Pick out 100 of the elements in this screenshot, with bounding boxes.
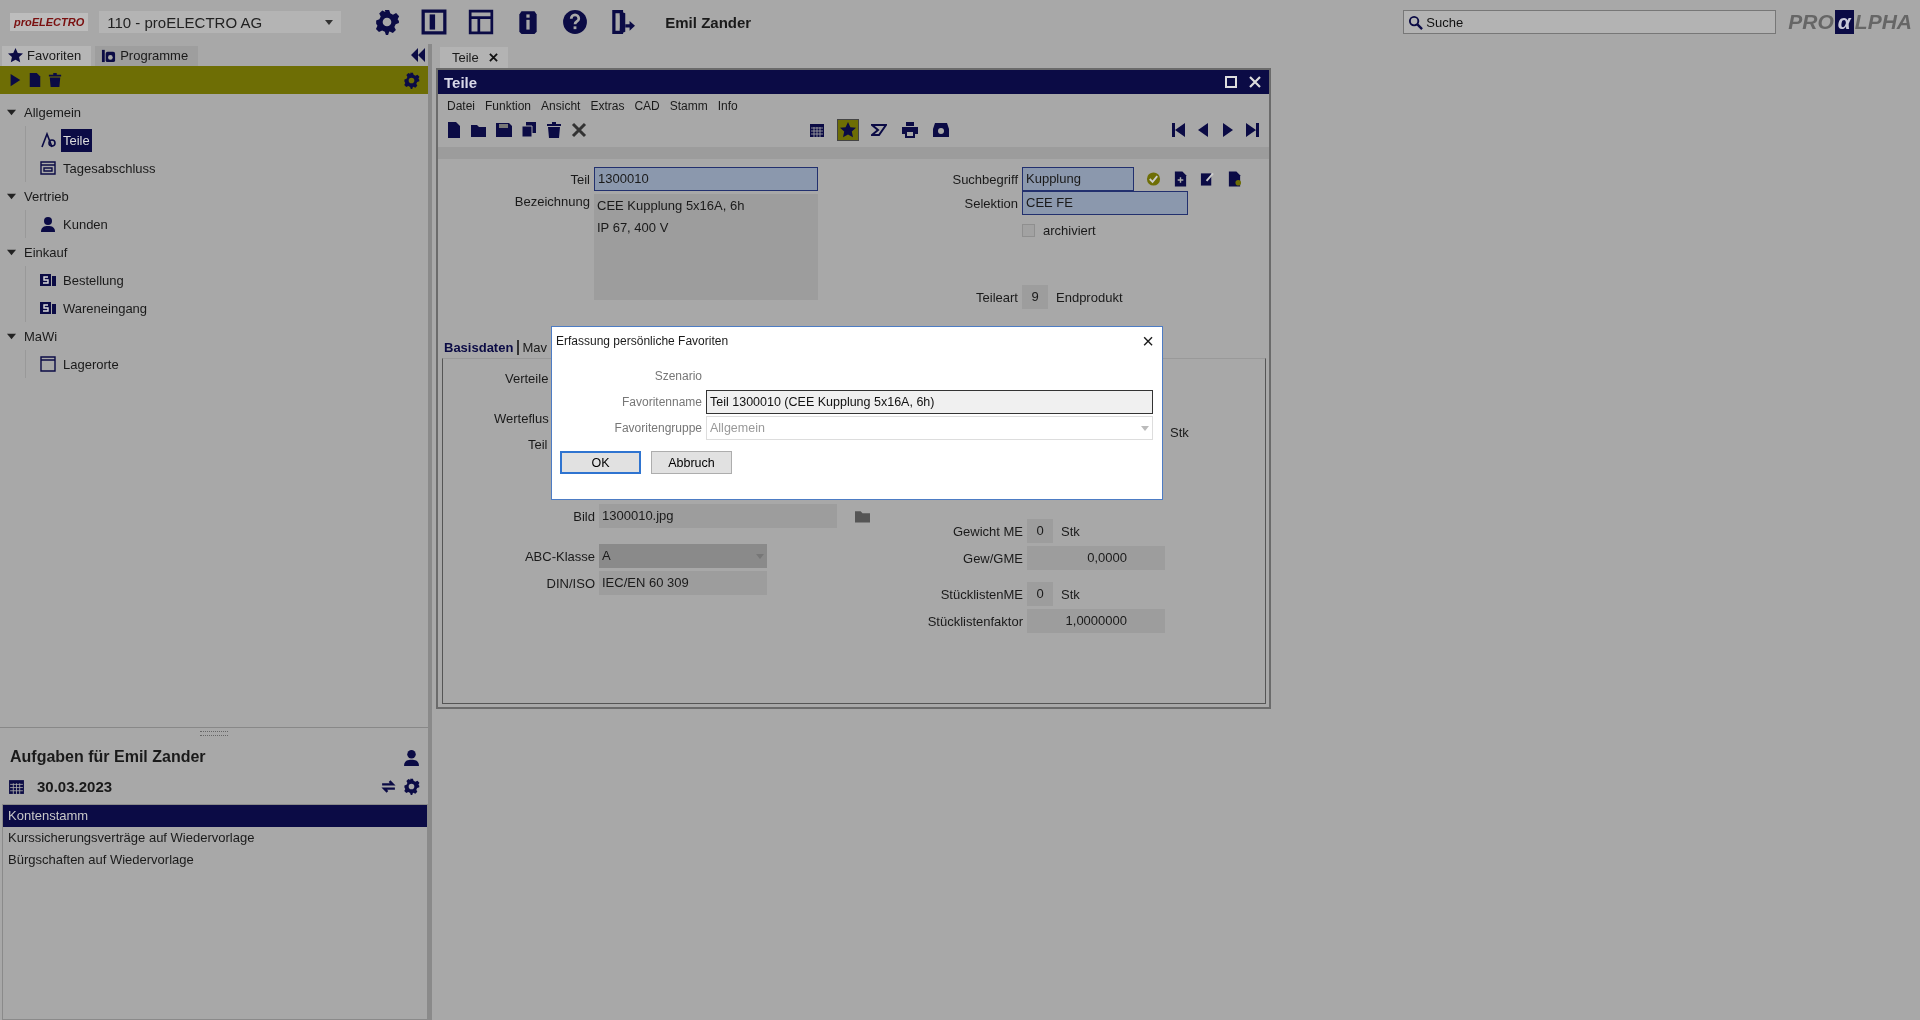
image-field[interactable]: 1300010.jpg xyxy=(599,504,837,528)
menu-item[interactable]: CAD xyxy=(634,99,660,113)
field-label: Suchbegriff xyxy=(951,171,1018,187)
weight-unit-field[interactable]: 0 xyxy=(1027,519,1053,543)
dialog-button[interactable]: Abbruch xyxy=(651,451,732,474)
description-field[interactable]: CEE Kupplung 5x16A, 6h IP 67, 400 V xyxy=(594,194,818,300)
star-icon xyxy=(8,48,23,63)
field-label: Gew/GME xyxy=(962,550,1023,566)
menu-item[interactable]: Info xyxy=(717,99,738,113)
search-field[interactable]: Suche xyxy=(1403,10,1777,34)
tree-group[interactable]: MaWi xyxy=(0,322,428,350)
trash-icon[interactable] xyxy=(546,122,562,138)
new-document-icon[interactable] xyxy=(446,122,462,138)
bom-factor-field[interactable]: 1,0000000 xyxy=(1027,609,1165,633)
detail-tab[interactable]: Basisdaten xyxy=(444,339,520,355)
layout-icon[interactable] xyxy=(468,9,495,35)
close-icon[interactable] xyxy=(571,122,587,138)
company-logo: proELECTRO xyxy=(10,13,89,31)
archived-checkbox[interactable] xyxy=(1022,224,1035,237)
part-type-field[interactable]: 9 xyxy=(1022,285,1048,309)
tree-item[interactable]: Bestellung xyxy=(61,268,126,292)
bom-unit-field[interactable]: 0 xyxy=(1027,582,1053,606)
expand-caret-icon[interactable] xyxy=(7,247,16,257)
unit-text: Stk xyxy=(1061,586,1080,602)
field-label: Bezeichnung xyxy=(513,194,590,209)
brand-logo: PRO α LPHA xyxy=(1788,10,1912,34)
collapse-icon[interactable] xyxy=(410,48,426,62)
folder-icon[interactable] xyxy=(471,122,487,138)
refresh-icon[interactable] xyxy=(380,778,397,795)
save-icon[interactable] xyxy=(496,122,512,138)
last-record-icon[interactable] xyxy=(1245,122,1261,138)
document-icon[interactable] xyxy=(28,72,42,88)
field-label: Gewicht ME xyxy=(951,523,1023,539)
close-button[interactable]: × xyxy=(1142,331,1154,351)
settings-icon[interactable] xyxy=(403,71,420,89)
tree-item[interactable]: Tagesabschluss xyxy=(61,156,158,180)
window-icon xyxy=(40,356,56,372)
task-item[interactable]: Kurssicherungsverträge auf Wiedervorlage xyxy=(3,827,427,849)
selection-field[interactable]: CEE FE xyxy=(1022,191,1188,215)
field-label: Szenario xyxy=(653,369,702,383)
expand-caret-icon[interactable] xyxy=(7,331,16,341)
order-icon xyxy=(40,300,56,316)
trash-icon[interactable] xyxy=(48,72,62,88)
menu-item[interactable]: Datei xyxy=(447,99,475,113)
document-icon[interactable] xyxy=(1227,171,1242,187)
logout-icon[interactable] xyxy=(609,9,636,35)
close-icon[interactable] xyxy=(488,53,498,62)
check-icon[interactable] xyxy=(1146,171,1161,187)
task-item[interactable]: Bürgschaften auf Wiedervorlage xyxy=(3,849,427,871)
panel-tab[interactable]: Favoriten xyxy=(2,46,92,66)
split-panel-icon[interactable] xyxy=(421,9,448,35)
document-plus-icon[interactable] xyxy=(1173,171,1188,187)
part-type-text: Endprodukt xyxy=(1056,289,1123,305)
search-term-field[interactable]: Kupplung xyxy=(1022,167,1134,191)
field-label: Teil xyxy=(528,437,548,452)
tree-group[interactable]: Vertrieb xyxy=(0,182,428,210)
expand-caret-icon[interactable] xyxy=(7,191,16,201)
tree-item[interactable]: Wareneingang xyxy=(61,296,150,320)
tree-item[interactable]: Teile xyxy=(61,128,92,152)
menu-item[interactable]: Stamm xyxy=(669,99,708,113)
edit-icon[interactable] xyxy=(1200,171,1215,187)
toolbar-button[interactable] xyxy=(836,119,859,141)
weight-field[interactable]: 0,0000 xyxy=(1027,546,1165,570)
abc-class-dropdown[interactable]: A xyxy=(599,544,767,568)
settings-icon[interactable] xyxy=(374,9,401,35)
menu-item[interactable]: Extras xyxy=(590,99,625,113)
tree-item[interactable]: Lagerorte xyxy=(61,352,121,376)
settings-icon[interactable] xyxy=(403,778,420,795)
help-icon[interactable] xyxy=(562,9,589,35)
dialog-title: Erfassung persönliche Favoriten xyxy=(556,334,729,348)
part-number-field[interactable]: 1300010 xyxy=(594,167,818,191)
company-dropdown[interactable]: 110 - proELECTRO AG xyxy=(99,11,342,33)
field-label: ABC-Klasse xyxy=(523,548,595,564)
tasks-title: Aufgaben für Emil Zander xyxy=(10,748,206,766)
document-tab[interactable]: Teile xyxy=(440,47,508,68)
field-label: DIN/ISO xyxy=(545,575,595,591)
panel-tab[interactable]: Programme xyxy=(95,46,199,66)
tree-group[interactable]: Einkauf xyxy=(0,238,428,266)
calendar-icon[interactable] xyxy=(8,778,25,795)
field-label: Teil xyxy=(569,171,590,187)
expand-caret-icon[interactable] xyxy=(7,107,16,117)
copy-icon[interactable] xyxy=(521,122,537,138)
first-record-icon[interactable] xyxy=(1170,122,1186,138)
person-icon[interactable] xyxy=(403,748,420,766)
play-icon[interactable] xyxy=(8,72,22,88)
favorite-name-field[interactable]: Teil 1300010 (CEE Kupplung 5x16A, 6h) xyxy=(706,390,1153,414)
window-icon xyxy=(40,160,56,176)
task-date: 30.03.2023 xyxy=(37,778,113,795)
menu-item[interactable]: Funktion xyxy=(485,99,532,113)
unit-text: Stk xyxy=(1061,523,1080,539)
person-icon xyxy=(40,216,56,232)
task-item[interactable]: Kontenstamm xyxy=(3,805,427,827)
din-iso-field[interactable]: IEC/EN 60 309 xyxy=(599,571,767,595)
tree-group[interactable]: Allgemein xyxy=(0,98,428,126)
tree-item[interactable]: Kunden xyxy=(61,212,110,236)
dialog-button[interactable]: OK xyxy=(560,451,641,474)
unit-text: Stk xyxy=(1170,425,1189,440)
menu-item[interactable]: Ansicht xyxy=(541,99,581,113)
user-name: Emil Zander xyxy=(665,13,752,31)
maximize-icon[interactable] xyxy=(1225,76,1237,88)
